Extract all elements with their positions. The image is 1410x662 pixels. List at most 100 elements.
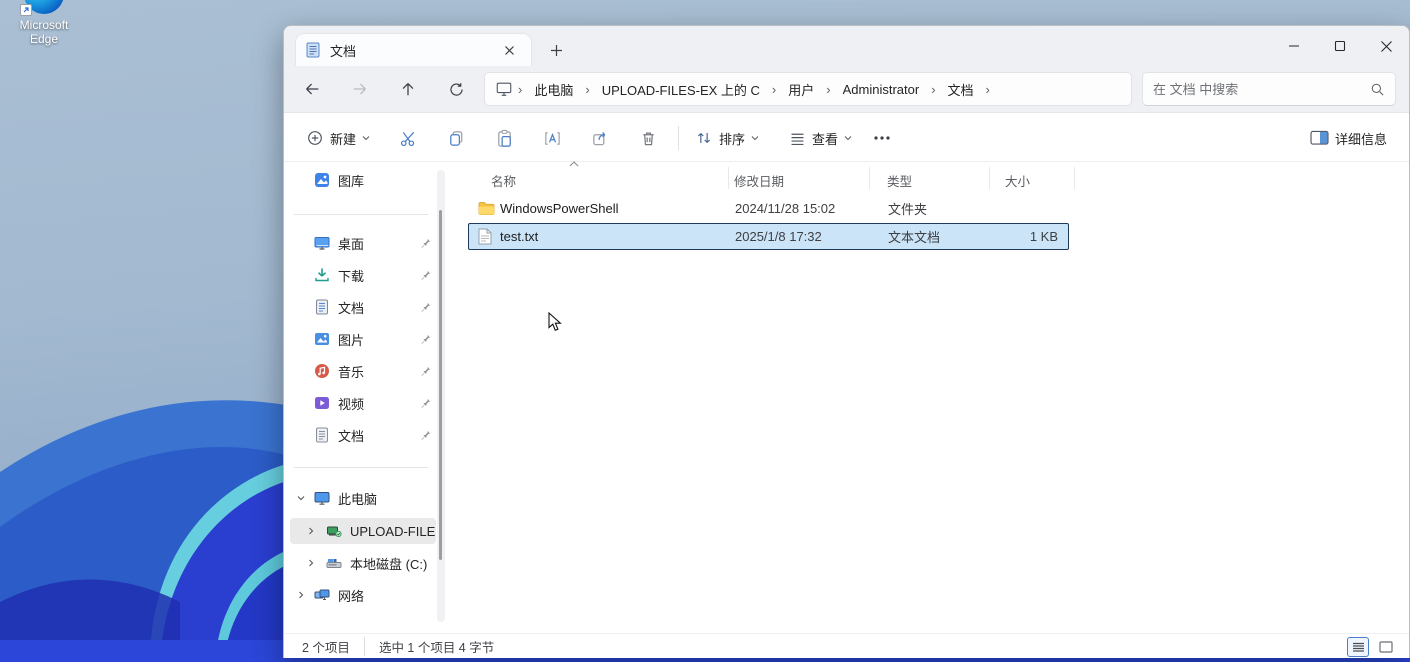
breadcrumb-separator: › [585, 81, 590, 97]
breadcrumb-separator: › [985, 81, 990, 97]
chevron-right-icon[interactable] [306, 526, 316, 536]
sidebar-item-pictures[interactable]: 图片 [290, 326, 436, 352]
breadcrumb-item-users[interactable]: 用户 [781, 80, 821, 99]
minimize-icon [1289, 45, 1299, 47]
tab-close-button[interactable] [497, 38, 521, 62]
sidebar-item-downloads[interactable]: 下载 [290, 262, 436, 288]
sidebar-item-label: 图库 [338, 173, 365, 189]
text-file-icon [478, 228, 492, 245]
breadcrumb-item-this-pc[interactable]: 此电脑 [527, 80, 580, 99]
breadcrumb-separator: › [931, 81, 936, 97]
minimize-button[interactable] [1271, 26, 1317, 66]
back-button[interactable] [295, 72, 329, 106]
sidebar-item-this-pc[interactable]: 此电脑 [290, 485, 436, 511]
sidebar-item-label: 下载 [338, 268, 365, 284]
new-button[interactable]: 新建 [298, 120, 378, 156]
new-tab-button[interactable] [544, 38, 568, 62]
cut-icon [400, 131, 414, 146]
up-button[interactable] [391, 72, 425, 106]
breadcrumb-item-upload-files[interactable]: UPLOAD-FILES-EX 上的 C [595, 80, 767, 99]
sidebar-item-videos[interactable]: 视频 [290, 390, 436, 416]
downloads-icon [315, 268, 329, 282]
column-header-date-modified[interactable]: 修改日期 [734, 171, 784, 190]
sidebar-item-upload-files[interactable]: UPLOAD-FILES- [290, 518, 436, 544]
share-button[interactable] [580, 120, 620, 156]
details-view-icon [1352, 642, 1364, 652]
file-row-test-txt[interactable]: test.txt 2025/1/8 17:32 文本文档 1 KB [468, 223, 1069, 250]
search-input[interactable] [1153, 81, 1370, 97]
sidebar-item-label: 本地磁盘 (C:) [350, 556, 428, 572]
sidebar-item-desktop[interactable]: 桌面 [290, 230, 436, 256]
arrow-up-icon [402, 83, 414, 96]
paste-button[interactable] [484, 120, 524, 156]
edge-shortcut-label: Microsoft Edge [19, 18, 69, 46]
documents-icon [316, 427, 328, 443]
search-box[interactable] [1142, 72, 1396, 106]
sidebar-item-label: UPLOAD-FILES- [350, 523, 436, 539]
rename-button[interactable] [532, 120, 572, 156]
column-header-size[interactable]: 大小 [1005, 171, 1030, 190]
ellipsis-icon [874, 136, 890, 140]
sidebar-item-local-disk-c[interactable]: 本地磁盘 (C:) [290, 550, 436, 576]
sidebar-item-label: 音乐 [338, 364, 365, 380]
window-controls [1271, 26, 1409, 66]
sort-ascending-icon [569, 161, 579, 167]
chevron-down-icon[interactable] [296, 493, 306, 503]
cut-button[interactable] [388, 120, 428, 156]
desktop-icon [314, 237, 330, 250]
large-icons-view-button[interactable] [1375, 637, 1397, 657]
column-separator[interactable] [728, 167, 729, 189]
sidebar-item-documents-2[interactable]: 文档 [290, 422, 436, 448]
column-separator[interactable] [989, 167, 990, 189]
search-icon [1371, 83, 1384, 95]
breadcrumb-item-administrator[interactable]: Administrator [836, 82, 927, 97]
maximize-button[interactable] [1317, 26, 1363, 66]
copy-button[interactable] [436, 120, 476, 156]
sidebar-item-music[interactable]: 音乐 [290, 358, 436, 384]
chevron-right-icon[interactable] [296, 590, 306, 600]
window-body: 图库 桌面 下载 文档 图片 音乐 视频 文档 此电脑 UPLOAD-FILE … [284, 161, 1409, 633]
details-pane-button[interactable]: 详细信息 [1302, 120, 1395, 156]
pin-icon [421, 270, 430, 280]
chevron-right-icon[interactable] [306, 558, 316, 568]
sidebar-item-label: 文档 [338, 300, 365, 316]
sidebar-divider [294, 214, 428, 215]
sidebar-item-documents[interactable]: 文档 [290, 294, 436, 320]
file-row-windowspowershell[interactable]: WindowsPowerShell 2024/11/28 15:02 文件夹 [468, 195, 1069, 222]
view-button[interactable]: 查看 [781, 120, 860, 156]
more-options-button[interactable] [864, 120, 900, 156]
navigation-pane: 图库 桌面 下载 文档 图片 音乐 视频 文档 此电脑 UPLOAD-FILE … [284, 162, 449, 633]
sort-button[interactable]: 排序 [687, 120, 767, 156]
delete-button[interactable] [628, 120, 668, 156]
sidebar-item-label: 网络 [338, 588, 365, 604]
file-date-modified: 2024/11/28 15:02 [735, 201, 836, 216]
trash-icon [642, 131, 654, 145]
tab-documents[interactable]: 文档 [296, 34, 531, 66]
column-separator[interactable] [1074, 167, 1075, 189]
breadcrumb-separator: › [771, 81, 777, 97]
breadcrumb-item-documents[interactable]: 文档 [941, 80, 981, 99]
close-window-button[interactable] [1363, 26, 1409, 66]
sidebar-item-network[interactable]: 网络 [290, 582, 436, 608]
breadcrumb-separator: › [826, 81, 831, 97]
sidebar-item-label: 图片 [338, 332, 365, 348]
item-count: 2 个项目 [302, 641, 350, 655]
close-icon [504, 45, 514, 55]
column-header-name[interactable]: 名称 [491, 171, 516, 190]
close-icon [1380, 40, 1392, 52]
column-header-type[interactable]: 类型 [887, 171, 912, 190]
sidebar-scrollbar-thumb[interactable] [439, 210, 442, 560]
sidebar-item-gallery[interactable]: 图库 [290, 167, 436, 193]
address-bar[interactable]: › 此电脑 › UPLOAD-FILES-EX 上的 C › 用户 › Admi… [484, 72, 1132, 106]
column-separator[interactable] [869, 167, 870, 189]
pictures-icon [315, 333, 329, 345]
network-icon [314, 589, 330, 601]
file-type: 文件夹 [888, 202, 928, 217]
refresh-button[interactable] [439, 72, 473, 106]
forward-button[interactable] [343, 72, 377, 106]
details-view-button[interactable] [1347, 637, 1369, 657]
toolbar-divider [678, 126, 679, 150]
file-date-modified: 2025/1/8 17:32 [735, 229, 822, 244]
sort-button-label: 排序 [719, 131, 746, 147]
edge-shortcut[interactable]: Microsoft Edge [6, 0, 82, 46]
